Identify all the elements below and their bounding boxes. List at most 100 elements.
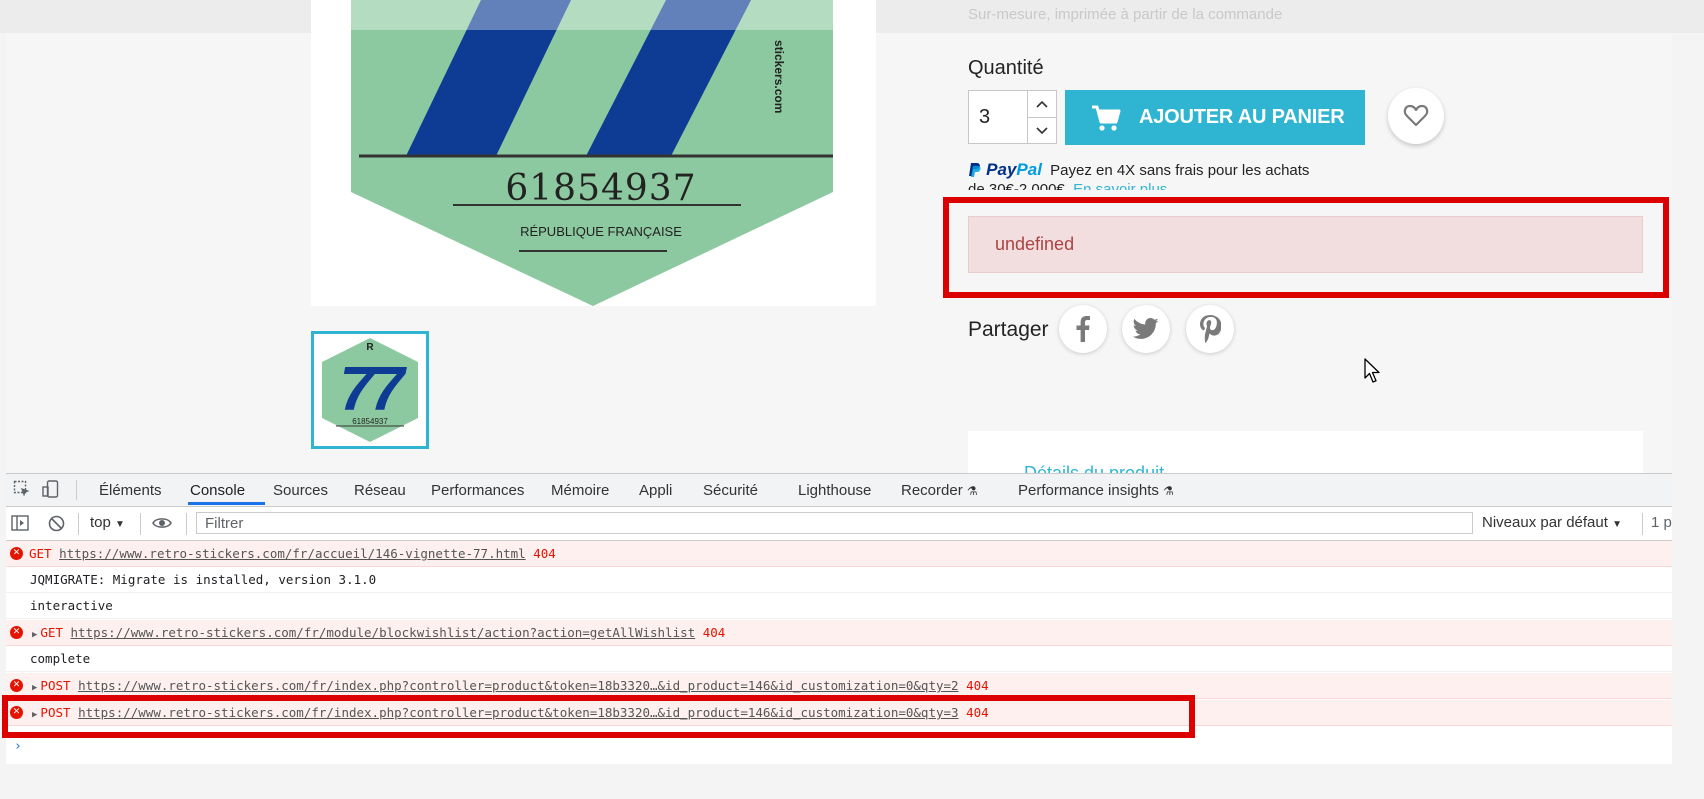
- live-expression-button[interactable]: [152, 516, 172, 534]
- pinterest-icon: [1200, 315, 1221, 343]
- device-icon: [42, 480, 59, 498]
- active-tab-indicator: [188, 502, 265, 505]
- paypal-brand-a: Pay: [986, 160, 1017, 179]
- status-code: 404: [702, 625, 726, 640]
- error-icon: ✕: [10, 679, 23, 692]
- request-url[interactable]: https://www.retro-stickers.com/fr/index.…: [78, 678, 959, 693]
- console-row-error[interactable]: ✕ GET https://www.retro-stickers.com/fr/…: [6, 541, 1672, 567]
- paypal-more-link[interactable]: En savoir plus: [1073, 181, 1167, 190]
- quantity-label: Quantité: [968, 57, 1044, 79]
- flask-icon: ⚗: [1163, 484, 1174, 498]
- chevron-up-icon: [1036, 100, 1048, 108]
- share-twitter-button[interactable]: [1122, 305, 1170, 353]
- request-method: GET: [29, 546, 52, 561]
- tab-performance-insights[interactable]: Performance insights ⚗: [1018, 482, 1174, 499]
- log-levels-label: Niveaux par défaut: [1482, 514, 1608, 531]
- error-icon: ✕: [10, 626, 23, 639]
- toolbar-divider: [78, 513, 79, 535]
- log-levels-dropdown[interactable]: Niveaux par défaut ▼: [1482, 514, 1622, 531]
- product-thumbnail[interactable]: R 77 61854937: [311, 331, 429, 449]
- dropdown-arrow-icon: ▼: [115, 519, 125, 530]
- console-row-log: complete: [6, 646, 1672, 672]
- vignette-country: RÉPUBLIQUE FRANÇAISE: [520, 224, 682, 239]
- tab-console[interactable]: Console: [190, 482, 245, 499]
- twitter-icon: [1133, 318, 1159, 339]
- toolbar-divider: [186, 513, 187, 535]
- share-label: Partager: [968, 318, 1049, 341]
- console-filter-input[interactable]: Filtrer: [196, 512, 1473, 534]
- quantity-increment-button[interactable]: [1028, 91, 1056, 118]
- request-url[interactable]: https://www.retro-stickers.com/fr/module…: [71, 625, 696, 640]
- alert-highlight-box: [943, 197, 1669, 298]
- thumbnail-number: 61854937: [352, 417, 388, 426]
- devtools-tab-bar: Éléments Console Sources Réseau Performa…: [6, 474, 1672, 507]
- expand-triangle-icon[interactable]: ▶: [32, 683, 37, 693]
- expand-triangle-icon[interactable]: ▶: [32, 630, 37, 640]
- sidebar-icon: [11, 515, 29, 531]
- request-url[interactable]: https://www.retro-stickers.com/fr/accuei…: [59, 546, 526, 561]
- wishlist-button[interactable]: [1388, 88, 1444, 144]
- tab-performance[interactable]: Performances: [431, 482, 524, 499]
- sidebar-toggle-button[interactable]: [11, 515, 29, 535]
- console-row-log: interactive: [6, 593, 1672, 619]
- quantity-input[interactable]: 3: [968, 90, 1028, 144]
- tab-network[interactable]: Réseau: [354, 482, 406, 499]
- tab-lighthouse[interactable]: Lighthouse: [798, 482, 871, 499]
- paypal-brand-b: Pal: [1016, 160, 1042, 179]
- availability-text: Sur-mesure, imprimée à partir de la comm…: [968, 6, 1283, 23]
- mouse-cursor: [1364, 358, 1382, 389]
- console-row-log: JQMIGRATE: Migrate is installed, version…: [6, 567, 1672, 593]
- quantity-decrement-button[interactable]: [1028, 118, 1056, 144]
- log-text: complete: [30, 651, 91, 666]
- quantity-stepper[interactable]: [1028, 90, 1057, 144]
- tab-divider: [76, 480, 77, 500]
- tab-recorder[interactable]: Recorder ⚗: [901, 482, 978, 499]
- quantity-value: 3: [979, 106, 991, 128]
- console-prompt[interactable]: ›: [14, 739, 22, 754]
- tab-application[interactable]: Appli: [639, 482, 672, 499]
- tab-sources[interactable]: Sources: [273, 482, 328, 499]
- request-highlight-box: [2, 695, 1195, 738]
- dropdown-arrow-icon: ▼: [1612, 519, 1622, 530]
- inspect-element-button[interactable]: [13, 480, 31, 502]
- facebook-icon: [1076, 316, 1090, 342]
- add-to-cart-label: AJOUTER AU PANIER: [1139, 106, 1345, 128]
- product-main-image[interactable]: 61854937 RÉPUBLIQUE FRANÇAISE stickers.c…: [311, 0, 876, 306]
- thumbnail-top-letter: R: [366, 342, 374, 353]
- product-details-card: Détails du produit: [968, 431, 1643, 473]
- thumbnail-big-number: 77: [339, 355, 405, 424]
- context-selector[interactable]: top ▼: [90, 514, 125, 531]
- add-to-cart-button[interactable]: AJOUTER AU PANIER: [1065, 90, 1365, 145]
- inspect-icon: [13, 480, 30, 497]
- flask-icon: ⚗: [966, 484, 978, 498]
- console-toolbar: top ▼ Filtrer Niveaux par défaut ▼ 1 p: [6, 507, 1672, 541]
- vignette-number: 61854937: [505, 168, 697, 209]
- toolbar-divider: [1642, 513, 1643, 535]
- shopping-cart-icon: [1092, 105, 1121, 131]
- tab-elements[interactable]: Éléments: [99, 482, 162, 499]
- log-text: interactive: [30, 598, 113, 613]
- console-row-error[interactable]: ✕ ▶ GET https://www.retro-stickers.com/fr…: [6, 620, 1672, 646]
- clear-console-button[interactable]: [48, 515, 65, 536]
- status-code: 404: [966, 678, 989, 693]
- device-toolbar-button[interactable]: [42, 480, 60, 502]
- tab-security[interactable]: Sécurité: [703, 482, 758, 499]
- request-method: POST: [40, 678, 71, 693]
- tab-recorder-label: Recorder: [901, 482, 963, 499]
- context-value: top: [90, 514, 111, 531]
- heart-icon: [1403, 104, 1429, 127]
- issues-counter[interactable]: 1 p: [1651, 514, 1672, 531]
- tab-performance-insights-label: Performance insights: [1018, 482, 1159, 499]
- share-facebook-button[interactable]: [1059, 305, 1107, 353]
- chevron-down-icon: [1036, 127, 1048, 135]
- paypal-installments: PayPal Payez en 4X sans frais pour les a…: [968, 160, 1348, 190]
- eye-icon: [152, 518, 172, 528]
- log-text: JQMIGRATE: Migrate is installed, version…: [30, 572, 377, 587]
- tab-memory[interactable]: Mémoire: [551, 482, 609, 499]
- request-method: GET: [40, 625, 63, 640]
- share-pinterest-button[interactable]: [1186, 305, 1234, 353]
- status-code: 404: [533, 546, 556, 561]
- paypal-text: Payez en 4X sans frais pour les achats: [1050, 162, 1310, 179]
- error-icon: ✕: [10, 547, 23, 560]
- product-details-tab[interactable]: Détails du produit: [1024, 463, 1164, 473]
